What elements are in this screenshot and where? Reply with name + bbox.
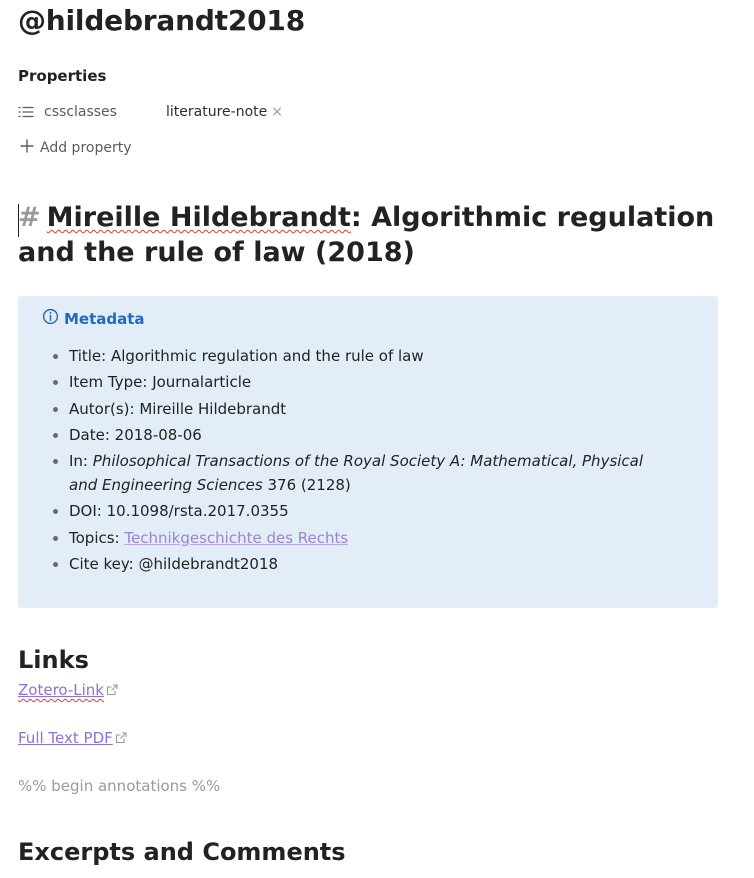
plus-icon	[20, 139, 34, 157]
heading-marker: #	[18, 202, 41, 233]
topic-internal-link[interactable]: Technikgeschichte des Rechts	[124, 529, 348, 547]
topics-prefix: Topics:	[69, 528, 125, 547]
list-icon	[18, 105, 36, 119]
annotations-comment[interactable]: %% begin annotations %%	[18, 777, 220, 795]
list-item-title: Title: Algorithmic regulation and the ru…	[69, 344, 669, 368]
in-prefix: In:	[69, 452, 93, 471]
property-value-tag[interactable]: literature-note ×	[166, 104, 283, 120]
journal-volume: 376 (2128)	[262, 476, 351, 495]
list-item-topics: Topics: Technikgeschichte des Rechts	[69, 526, 669, 550]
info-icon	[42, 308, 59, 329]
metadata-list: Title: Algorithmic regulation and the ru…	[48, 344, 669, 578]
list-item-doi: DOI: 10.1098/rsta.2017.0355	[69, 499, 669, 523]
heading-author-name: Mireille Hildebrandt	[46, 202, 351, 233]
property-key[interactable]: cssclasses	[44, 104, 166, 120]
full-text-pdf-link[interactable]: Full Text PDF	[18, 729, 127, 747]
list-item-authors: Autor(s): Mireille Hildebrandt	[69, 397, 669, 421]
list-item-cite-key: Cite key: @hildebrandt2018	[69, 552, 669, 576]
full-text-pdf-text: Full Text PDF	[18, 729, 113, 747]
properties-heading[interactable]: Properties	[18, 67, 106, 85]
remove-tag-icon[interactable]: ×	[271, 104, 283, 120]
add-property-button[interactable]: Add property	[20, 137, 132, 159]
list-item-date: Date: 2018-08-06	[69, 423, 669, 447]
metadata-callout[interactable]: Metadata Title: Algorithmic regulation a…	[18, 296, 718, 608]
external-link-icon	[106, 684, 118, 696]
property-row-cssclasses[interactable]: cssclasses literature-note ×	[18, 101, 338, 123]
journal-name: Philosophical Transactions of the Royal …	[69, 452, 644, 495]
callout-title-text: Metadata	[64, 309, 145, 328]
add-property-label: Add property	[40, 140, 132, 156]
links-heading[interactable]: Links	[18, 646, 89, 674]
heading-1[interactable]: # Mireille Hildebrandt: Algorithmic regul…	[18, 200, 718, 270]
list-item-in: In: Philosophical Transactions of the Ro…	[69, 449, 669, 497]
callout-title[interactable]: Metadata	[42, 308, 145, 329]
external-link-icon	[115, 732, 127, 744]
list-item-type: Item Type: Journalarticle	[69, 370, 669, 394]
note-title[interactable]: @hildebrandt2018	[18, 4, 305, 37]
zotero-link-text: Zotero-Link	[18, 681, 104, 699]
zotero-link[interactable]: Zotero-Link	[18, 681, 118, 699]
excerpts-heading[interactable]: Excerpts and Comments	[18, 838, 346, 866]
property-value-text: literature-note	[166, 104, 268, 120]
